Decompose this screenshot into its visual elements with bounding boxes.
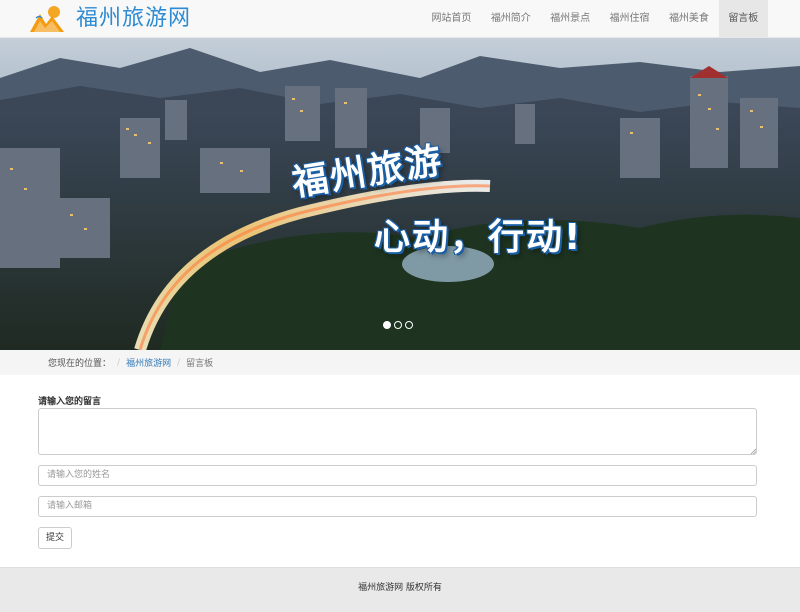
- brand-title: 福州旅游网: [76, 6, 192, 31]
- carousel-dot-2[interactable]: [394, 321, 402, 329]
- resize-handle-icon[interactable]: [750, 448, 756, 454]
- banner-slogan-line2: 心动，行动!: [374, 217, 583, 258]
- navbar: 福州旅游网 网站首页 福州简介 福州景点 福州住宿 福州美食 留言板: [0, 0, 800, 38]
- banner-carousel[interactable]: 福州旅游 心动，行动!: [0, 38, 800, 350]
- footer-copyright: 福州旅游网 版权所有: [358, 583, 442, 593]
- main-nav: 网站首页 福州简介 福州景点 福州住宿 福州美食 留言板: [422, 0, 768, 38]
- nav-item-guestbook[interactable]: 留言板: [718, 0, 768, 38]
- carousel-dot-3[interactable]: [405, 321, 413, 329]
- message-label: 请输入您的留言: [38, 397, 102, 407]
- nav-item-home[interactable]: 网站首页: [422, 0, 481, 38]
- name-input[interactable]: 请输入您的姓名: [38, 465, 757, 486]
- brand[interactable]: 福州旅游网: [28, 4, 191, 34]
- message-textarea[interactable]: [38, 408, 757, 455]
- breadcrumb-separator: /: [117, 357, 121, 368]
- breadcrumb-separator: /: [177, 357, 181, 368]
- breadcrumb-current: 留言板: [186, 359, 214, 369]
- city-night-photo: [0, 38, 800, 350]
- nav-item-food[interactable]: 福州美食: [659, 0, 718, 38]
- breadcrumb-home-link[interactable]: 福州旅游网: [126, 356, 171, 369]
- carousel-indicators: [383, 321, 413, 329]
- breadcrumb-prefix: 您现在的位置：: [48, 359, 112, 369]
- nav-item-lodging[interactable]: 福州住宿: [600, 0, 659, 38]
- mountain-sun-logo-icon: [30, 6, 64, 32]
- footer: 福州旅游网 版权所有: [0, 567, 800, 612]
- breadcrumb: 您现在的位置： / 福州旅游网 / 留言板: [0, 350, 800, 375]
- carousel-dot-1[interactable]: [383, 321, 391, 329]
- submit-button[interactable]: 提交: [38, 527, 72, 549]
- email-input[interactable]: 请输入邮箱: [38, 496, 757, 517]
- nav-item-attractions[interactable]: 福州景点: [541, 0, 600, 38]
- nav-item-intro[interactable]: 福州简介: [481, 0, 540, 38]
